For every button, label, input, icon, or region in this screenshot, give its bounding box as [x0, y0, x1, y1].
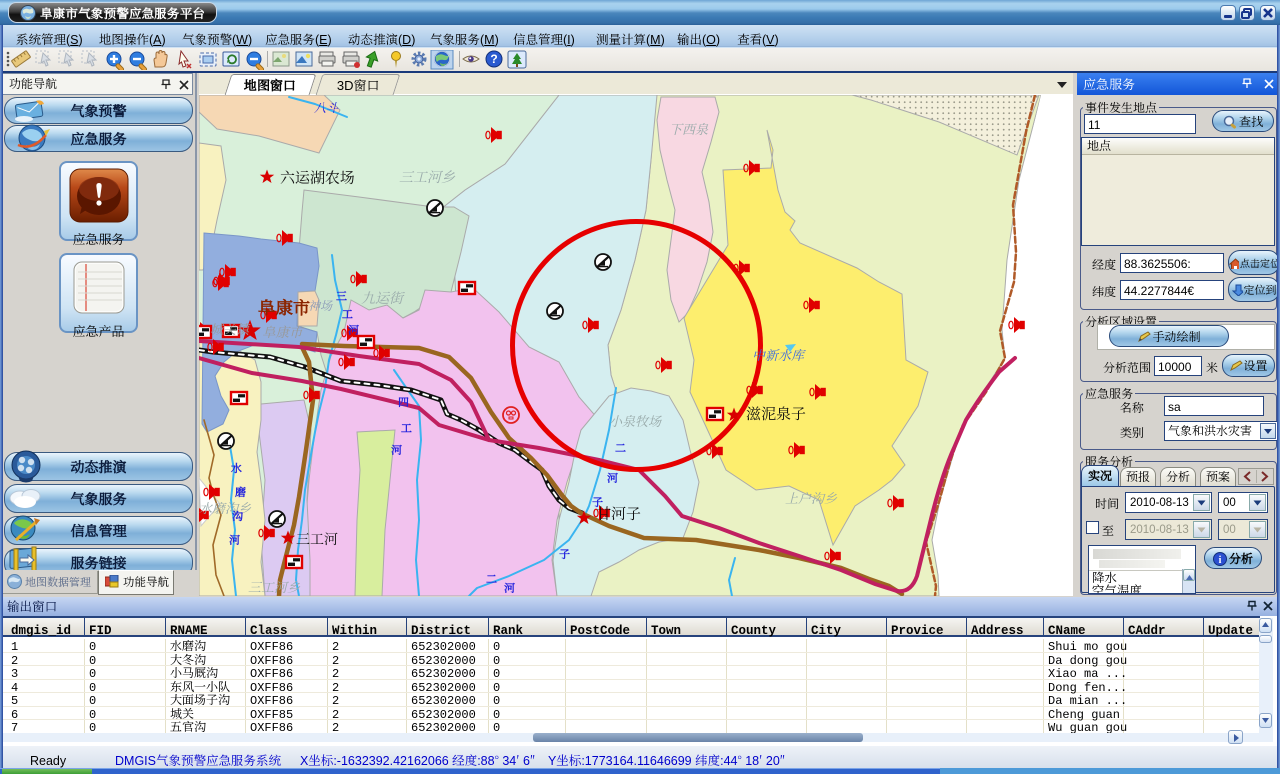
svg-text:河: 河: [348, 322, 360, 338]
svg-text:沟: 沟: [232, 508, 243, 524]
svg-text:工: 工: [401, 420, 412, 436]
svg-text:河: 河: [391, 442, 403, 458]
svg-text:水: 水: [230, 460, 242, 476]
svg-text:三: 三: [336, 288, 347, 304]
svg-text:阜康市: 阜康市: [258, 295, 311, 320]
svg-text:城关镇: 城关镇: [210, 319, 251, 338]
svg-text:上户沟乡: 上户沟乡: [785, 488, 838, 507]
svg-text:河: 河: [504, 580, 516, 596]
svg-text:三工河乡: 三工河乡: [248, 577, 301, 596]
svg-text:河: 河: [607, 470, 619, 486]
svg-text:子: 子: [559, 546, 570, 562]
svg-text:九运街: 九运街: [361, 288, 405, 308]
svg-text:下西泉: 下西泉: [669, 119, 709, 138]
svg-text:神场: 神场: [308, 297, 333, 314]
svg-text:八斗: 八斗: [314, 99, 339, 116]
svg-text:子: 子: [592, 494, 603, 510]
svg-text:二: 二: [615, 440, 626, 456]
svg-text:四: 四: [398, 394, 409, 410]
svg-text:小泉牧场: 小泉牧场: [609, 411, 662, 430]
svg-text:三工河: 三工河: [296, 529, 338, 549]
svg-text:二: 二: [486, 571, 497, 587]
svg-text:i: i: [1219, 555, 1222, 566]
svg-text:三工河乡: 三工河乡: [399, 167, 456, 187]
svg-text:阜康市: 阜康市: [262, 321, 305, 341]
svg-text:滋泥泉子: 滋泥泉子: [746, 403, 806, 424]
svg-text:中新水库: 中新水库: [752, 345, 806, 364]
svg-text:工: 工: [342, 306, 353, 322]
svg-text:六运湖农场: 六运湖农场: [280, 167, 355, 188]
svg-text:河: 河: [229, 532, 241, 548]
svg-text:?: ?: [490, 52, 497, 66]
svg-text:水磨沟乡: 水磨沟乡: [199, 498, 252, 517]
svg-text:磨: 磨: [234, 484, 246, 500]
